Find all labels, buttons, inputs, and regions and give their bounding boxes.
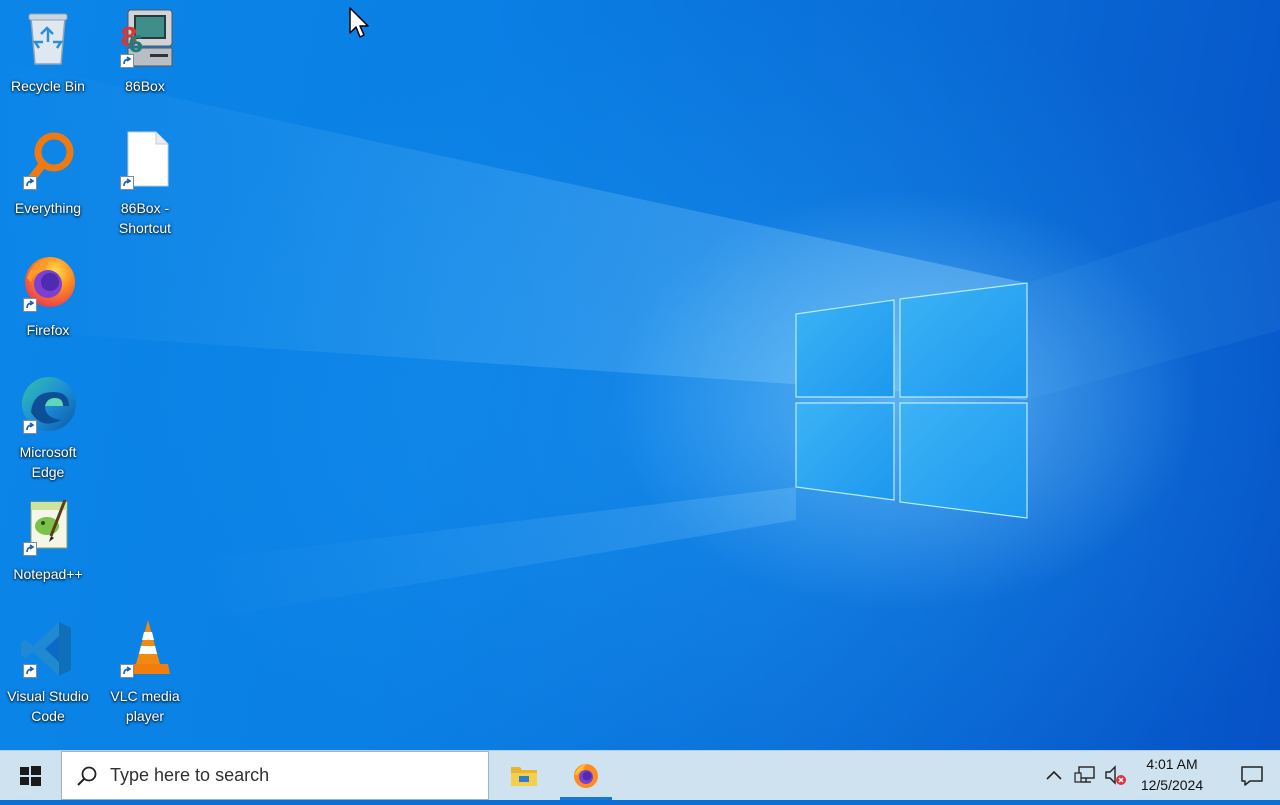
shortcut-arrow-icon — [23, 298, 37, 312]
desktop-icon-vscode[interactable]: Visual Studio Code — [2, 618, 94, 726]
shortcut-arrow-icon — [23, 420, 37, 434]
desktop-icon-label: 86Box — [125, 78, 165, 94]
shortcut-arrow-icon — [23, 176, 37, 190]
desktop-wallpaper — [0, 0, 1280, 750]
taskbar-search-box[interactable] — [61, 751, 489, 800]
desktop-icon-label: Everything — [14, 200, 82, 216]
desktop-icon-recycle-bin[interactable]: Recycle Bin — [2, 8, 94, 96]
desktop-icon-vlc[interactable]: VLC media player — [99, 618, 191, 726]
everything-search-icon — [17, 130, 79, 192]
desktop-icon-label: 86Box - Shortcut — [118, 200, 172, 236]
volume-muted-icon[interactable] — [1104, 765, 1128, 792]
recycle-bin-icon — [17, 8, 79, 70]
desktop-icon-label: VLC media player — [110, 688, 180, 724]
shortcut-arrow-icon — [120, 664, 134, 678]
desktop-icon-86box-shortcut[interactable]: 86Box - Shortcut — [99, 130, 191, 238]
taskbar-app-file-explorer[interactable] — [498, 751, 550, 800]
shortcut-arrow-icon — [120, 176, 134, 190]
vlc-icon — [114, 618, 176, 680]
blank-file-icon — [114, 130, 176, 192]
desktop-icon-firefox[interactable]: Firefox — [2, 252, 94, 340]
taskbar-app-firefox[interactable] — [560, 751, 612, 800]
shortcut-arrow-icon — [120, 54, 134, 68]
desktop-icon-86box[interactable]: 8 6 86Box — [99, 8, 191, 96]
desktop-icon-everything[interactable]: Everything — [2, 130, 94, 218]
taskbar: 4:01 AM 12/5/2024 — [0, 750, 1280, 800]
edge-icon — [17, 374, 79, 436]
action-center-button[interactable] — [1224, 751, 1280, 800]
86box-icon: 8 6 — [114, 8, 176, 70]
start-button[interactable] — [0, 751, 60, 800]
clock-time: 4:01 AM — [1146, 756, 1198, 772]
firefox-icon — [572, 762, 600, 795]
desktop-icon-label: Microsoft Edge — [19, 444, 77, 480]
desktop-icon-microsoft-edge[interactable]: Microsoft Edge — [2, 374, 94, 482]
windows-logo-wallpaper — [0, 60, 1280, 620]
desktop-icon-notepadpp[interactable]: Notepad++ — [2, 496, 94, 584]
file-explorer-icon — [510, 762, 538, 793]
shortcut-arrow-icon — [23, 542, 37, 556]
mouse-cursor-icon — [349, 7, 371, 44]
vscode-icon — [17, 618, 79, 680]
taskbar-clock[interactable]: 4:01 AM 12/5/2024 — [1128, 754, 1216, 796]
search-icon — [76, 765, 98, 792]
windows-start-icon — [20, 766, 41, 786]
notepadpp-icon — [17, 496, 79, 558]
search-input[interactable] — [110, 752, 470, 799]
notification-icon — [1241, 766, 1263, 786]
firefox-icon — [17, 252, 79, 314]
desktop-icon-label: Visual Studio Code — [7, 688, 89, 724]
shortcut-arrow-icon — [23, 664, 37, 678]
desktop-icon-label: Notepad++ — [13, 566, 83, 582]
chevron-up-icon[interactable] — [1045, 765, 1063, 790]
clock-date: 12/5/2024 — [1140, 777, 1204, 793]
desktop-icon-label: Firefox — [26, 322, 70, 338]
network-icon[interactable] — [1074, 765, 1096, 790]
desktop-icon-label: Recycle Bin — [11, 78, 85, 94]
